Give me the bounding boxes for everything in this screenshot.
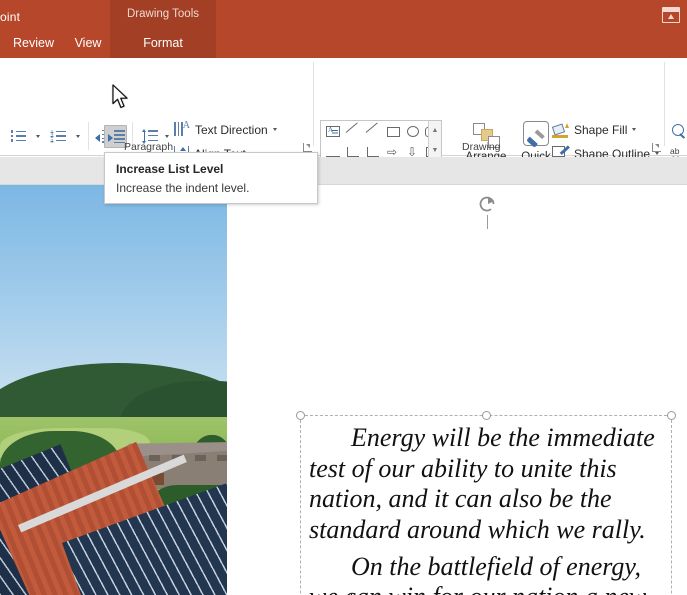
tab-view[interactable]: View <box>66 28 110 58</box>
resize-handle-top-right[interactable] <box>667 411 676 420</box>
divider <box>664 62 665 146</box>
numbering-dropdown[interactable] <box>72 126 84 146</box>
tooltip-description: Increase the indent level. <box>116 181 306 195</box>
paragraph-1: Energy will be the immediate test of our… <box>309 423 665 546</box>
tab-review[interactable]: Review <box>6 28 61 58</box>
chevron-down-icon <box>36 135 40 138</box>
bullets-icon <box>11 130 26 142</box>
shape-fill-button[interactable]: Shape Fill <box>552 122 636 137</box>
rotation-handle[interactable] <box>478 195 498 215</box>
ribbon-tab-strip: Review View Format Tell me what you want… <box>0 28 687 58</box>
scroll-up-icon[interactable]: ▲ <box>429 121 441 140</box>
shape-fill-label: Shape Fill <box>574 123 627 137</box>
app-title: oint <box>0 10 20 24</box>
chevron-down-icon <box>632 128 636 131</box>
shape-oval[interactable] <box>403 122 423 141</box>
numbering-button[interactable]: 123 <box>46 126 70 146</box>
text-direction-icon: A <box>174 122 190 137</box>
powerpoint-window: oint Drawing Tools Review View Format Te… <box>0 0 687 595</box>
shape-text-box[interactable] <box>323 122 343 141</box>
shape-arrow-line[interactable] <box>363 122 383 141</box>
search-icon <box>671 124 686 139</box>
workspace: Energy will be the immediate test of our… <box>0 157 687 595</box>
rotation-handle-stem <box>487 215 488 229</box>
drawing-group-label: Drawing <box>462 141 501 153</box>
resize-handle-top-left[interactable] <box>296 411 305 420</box>
bullets-dropdown[interactable] <box>32 126 44 146</box>
text-direction-label: Text Direction <box>195 123 268 137</box>
shape-rectangle[interactable] <box>383 122 403 141</box>
divider <box>88 122 89 150</box>
slide-thumbnail-pane[interactable] <box>0 185 227 595</box>
paragraph-2: On the battlefield of energy, we can win… <box>309 552 665 595</box>
shape-fill-icon <box>552 122 569 137</box>
text-direction-button[interactable]: A Text Direction <box>174 122 277 137</box>
numbering-icon: 123 <box>51 130 66 142</box>
tooltip-title: Increase List Level <box>116 162 306 176</box>
shape-line[interactable] <box>343 122 363 141</box>
ribbon-display-options-icon[interactable] <box>662 7 680 23</box>
ribbon: 123 <box>0 58 687 156</box>
bullets-button[interactable] <box>6 126 30 146</box>
quick-styles-icon <box>520 120 552 150</box>
chevron-down-icon <box>655 152 659 155</box>
title-bar: oint Drawing Tools <box>0 0 687 28</box>
increase-indent-icon <box>107 130 125 143</box>
find-button[interactable] <box>670 122 686 140</box>
tooltip: Increase List Level Increase the indent … <box>104 152 318 204</box>
paragraph-dialog-launcher[interactable] <box>303 143 312 152</box>
placeholder-text-body[interactable]: Energy will be the immediate test of our… <box>309 423 665 595</box>
resize-handle-top-center[interactable] <box>482 411 491 420</box>
slide-canvas[interactable]: Energy will be the immediate test of our… <box>228 185 687 595</box>
chevron-down-icon <box>76 135 80 138</box>
chevron-down-icon <box>165 135 169 138</box>
contextual-tab-group-label: Drawing Tools <box>110 0 216 28</box>
chevron-down-icon <box>273 128 277 131</box>
divider <box>313 62 314 146</box>
slide-photo-image <box>0 185 227 595</box>
tab-format[interactable]: Format <box>110 28 216 58</box>
selected-text-placeholder[interactable]: Energy will be the immediate test of our… <box>300 415 672 595</box>
drawing-dialog-launcher[interactable] <box>652 143 661 152</box>
